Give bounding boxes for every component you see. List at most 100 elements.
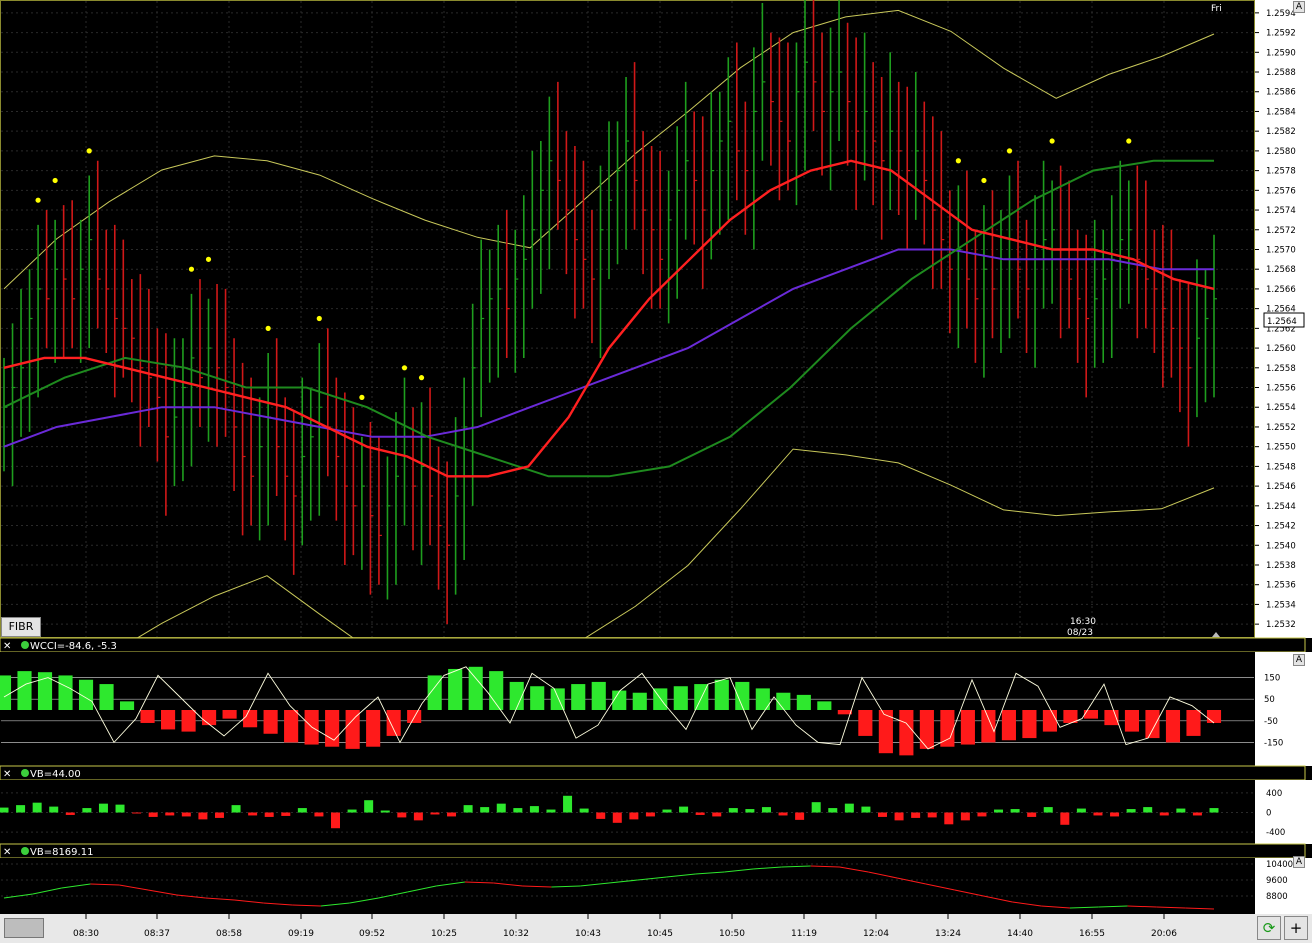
cci-bar: [284, 710, 299, 743]
cci-bar: [161, 710, 176, 730]
vb-bar: [612, 812, 622, 823]
vb2-axis-tick: 9600: [1266, 876, 1288, 886]
vb-bar: [0, 807, 9, 813]
vb-bar: [679, 806, 689, 813]
cci-bar: [632, 692, 647, 710]
vb-bar: [364, 800, 374, 813]
cci-bar: [591, 681, 606, 710]
vb-bar: [1093, 812, 1103, 816]
vb2-status-icon: [21, 847, 29, 855]
vb-bar: [1027, 812, 1037, 817]
vb2-close-icon[interactable]: ✕: [3, 847, 11, 858]
cci-axis-tick: 50: [1264, 695, 1275, 705]
signal-dot: [1006, 148, 1013, 154]
add-button[interactable]: +: [1284, 916, 1308, 940]
price-axis-tick: 1.2580: [1266, 147, 1296, 157]
cci-bar: [1083, 710, 1099, 719]
time-axis-tick: 10:25: [431, 929, 457, 939]
vb2-panel-bg: [0, 858, 1255, 914]
price-axis-tick: 1.2550: [1266, 443, 1296, 453]
vb-bar: [82, 808, 92, 813]
time-axis-tick: 09:52: [359, 929, 385, 939]
vb-bar: [712, 812, 722, 817]
signal-dot: [52, 177, 58, 184]
vb-bar: [198, 812, 208, 820]
vb-bar: [16, 805, 26, 813]
cci-bar: [899, 710, 914, 756]
time-axis-tick: 14:40: [1007, 929, 1033, 939]
vb-bar: [1010, 809, 1020, 813]
time-axis-tick: 10:43: [575, 929, 601, 939]
price-axis-tick: 1.2570: [1266, 245, 1296, 255]
cursor-date: 08/23: [1067, 628, 1093, 638]
vb-bar: [778, 812, 788, 816]
cci-axis-bg: [1255, 652, 1312, 766]
vb-bar: [65, 812, 75, 815]
cci-bar: [366, 710, 381, 747]
vb-axis-tick: 400: [1266, 789, 1282, 799]
vb-bar: [927, 812, 937, 818]
signal-dot: [955, 158, 961, 164]
price-marker: 1.2564: [1267, 317, 1297, 327]
price-axis-tick: 1.2568: [1266, 265, 1296, 275]
vb-bar: [911, 812, 921, 818]
vb-bar: [795, 812, 805, 820]
cci-bar: [1186, 710, 1201, 736]
cci-bar: [571, 684, 586, 710]
refresh-button[interactable]: ⟳: [1257, 916, 1281, 940]
vb-bar: [430, 812, 440, 815]
cci-bar: [448, 668, 463, 710]
price-axis-tick: 1.2558: [1266, 364, 1296, 374]
vb-bar: [1176, 808, 1186, 813]
time-axis-tick: 10:32: [503, 929, 529, 939]
vb-bar: [877, 812, 887, 817]
vb-bar: [463, 805, 473, 813]
vb-bar: [513, 808, 523, 813]
vb-bar: [496, 803, 506, 813]
vb2-label: VB=8169.11: [30, 847, 93, 858]
vb-bar: [331, 812, 341, 829]
cci-autoscale-button[interactable]: A: [1293, 654, 1305, 666]
price-axis-tick: 1.2576: [1266, 186, 1296, 196]
cci-bar: [0, 675, 12, 710]
signal-dot: [1126, 138, 1132, 144]
cci-bar: [263, 710, 278, 734]
scrollbar-thumb[interactable]: [4, 918, 44, 938]
vb-bar: [960, 812, 970, 821]
price-axis-tick: 1.2588: [1266, 68, 1296, 78]
signal-dot: [981, 177, 987, 184]
vb-bar: [397, 812, 407, 818]
price-panel-bg: [0, 0, 1255, 638]
cci-close-icon[interactable]: ✕: [3, 641, 11, 652]
vb-bar: [231, 805, 241, 813]
price-axis-tick: 1.2574: [1266, 206, 1296, 216]
vb-bar: [1060, 812, 1070, 825]
cci-bar: [468, 666, 483, 710]
vb-close-icon[interactable]: ✕: [3, 769, 11, 780]
time-axis-tick: 10:45: [647, 929, 673, 939]
cci-axis-tick: 150: [1264, 674, 1280, 684]
signal-dot: [359, 394, 365, 400]
price-axis-tick: 1.2572: [1266, 226, 1296, 236]
vb-bar: [1159, 812, 1169, 816]
fibr-tab[interactable]: FIBR: [1, 617, 41, 637]
cci-bar: [37, 672, 53, 710]
cci-panel-bg: [0, 652, 1255, 766]
vb2-axis-tick: 8800: [1266, 892, 1288, 902]
cci-bar: [1124, 710, 1140, 732]
price-axis-tick: 1.2586: [1266, 88, 1296, 98]
autoscale-button[interactable]: A: [1293, 1, 1305, 13]
price-axis-tick: 1.2560: [1266, 344, 1296, 354]
time-axis-tick: 20:06: [1151, 929, 1177, 939]
price-axis-tick: 1.2552: [1266, 423, 1296, 433]
signal-dot: [1049, 138, 1055, 144]
cci-bar: [386, 710, 401, 736]
vb-bar: [49, 806, 59, 813]
vb2-autoscale-button[interactable]: A: [1293, 856, 1305, 868]
vb-bar: [447, 812, 457, 817]
vb-bar: [181, 812, 191, 817]
cci-bar: [960, 710, 975, 745]
cci-label: WCCI=-84.6, -5.3: [30, 641, 117, 652]
cci-bar: [1001, 710, 1016, 741]
price-axis-tick: 1.2578: [1266, 167, 1296, 177]
